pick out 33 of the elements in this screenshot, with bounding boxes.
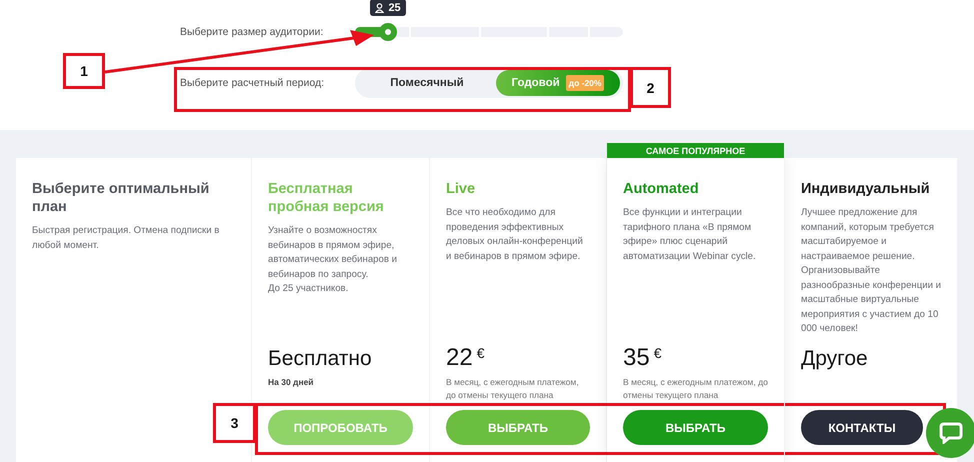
annotation-number: 2 xyxy=(630,67,671,108)
plan-title: Бесплатная пробная версия xyxy=(268,180,385,216)
period-option[interactable]: Помесячный xyxy=(358,70,496,96)
plan-title: Automated xyxy=(623,180,700,198)
price-note: На 30 дней xyxy=(268,376,315,389)
period-label: Выберите расчетный период: xyxy=(180,77,326,89)
plan-price: Бесплатно xyxy=(268,346,373,372)
plan-price: Другое xyxy=(801,346,869,372)
plan-price: 35 € xyxy=(623,344,662,372)
period-option[interactable]: Годовой до -20% xyxy=(496,70,620,96)
plan-title: Live xyxy=(446,180,476,198)
audience-tooltip: 25 xyxy=(370,0,406,16)
intro-title: Выберите оптимальный план xyxy=(32,180,210,216)
plan-description: Узнайте о возможностях вебинаров в прямом эфире, автоматических вебинаров и вебинаров по запросу. До 25 участников. xyxy=(268,224,398,296)
price-note: В месяц, с ежегодным платежом, до отмены текущего плана xyxy=(623,376,768,402)
plan-description: Все что необходимо для проведения эффективных деловых онлайн-конференций и вебинаров в прямом эфире. xyxy=(446,206,584,264)
person-icon xyxy=(375,2,384,12)
plan-price: 22 € xyxy=(446,344,486,372)
price-note: В месяц, с ежегодным платежом, до отмены текущего плана xyxy=(446,376,580,402)
plan-button[interactable]: ВЫБРАТЬ xyxy=(446,410,590,445)
plan-title: Индивидуальный xyxy=(801,180,931,198)
slider-thumb[interactable] xyxy=(379,23,398,41)
plan-button[interactable]: КОНТАКТЫ xyxy=(801,410,923,445)
plan-description: Все функции и интеграции тарифного плана «В прямом эфире» плюс сценарий автоматизации Webinar cycle. xyxy=(623,206,757,264)
plan-description: Лучшее предложение для компаний, которым требуется масштабируемое и настраиваемое решение. Организовывайте разнообразные конференции и масштабные виртуальные мероприятия с участием до 10 000 человек! xyxy=(801,206,941,336)
intro-description: Быстрая регистрация. Отмена подписки в любой момент. xyxy=(32,224,220,252)
audience-label: Выберите размер аудитории: xyxy=(180,26,324,38)
annotation-number: 3 xyxy=(213,403,256,443)
popular-badge: САМОЕ ПОПУЛЯРНОЕ xyxy=(607,143,784,158)
annotation-number: 1 xyxy=(63,53,105,89)
plan-button[interactable]: ВЫБРАТЬ xyxy=(623,410,768,445)
discount-badge: до -20% xyxy=(566,75,604,91)
chat-icon xyxy=(939,422,963,444)
